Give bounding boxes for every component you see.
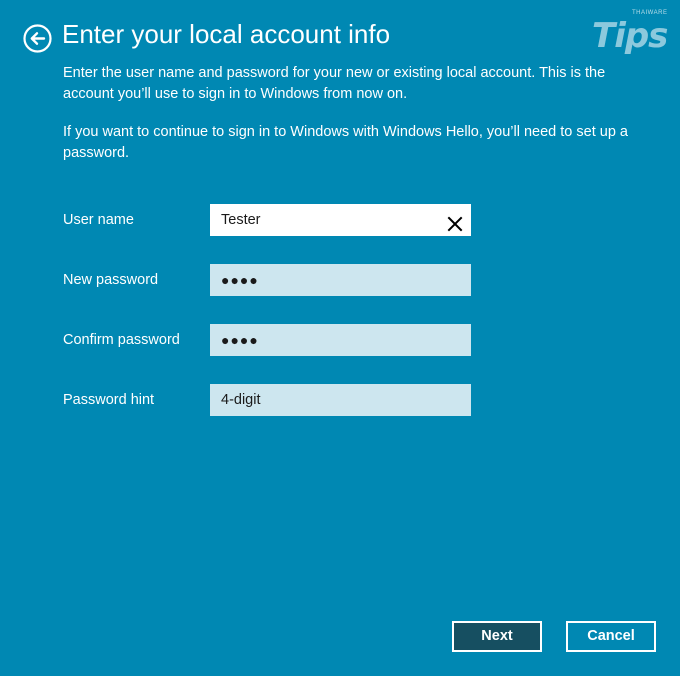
cancel-button[interactable]: Cancel: [566, 621, 656, 652]
back-button[interactable]: [23, 24, 52, 53]
new-password-label: New password: [63, 272, 159, 288]
confirm-password-row: Confirm password ●●●●: [63, 324, 473, 356]
new-password-value: ●●●●: [221, 272, 259, 288]
confirm-password-input[interactable]: ●●●●: [210, 324, 471, 356]
password-hint-input[interactable]: 4-digit: [210, 384, 471, 416]
back-arrow-circle-icon: [23, 24, 52, 53]
password-hint-row: Password hint 4-digit: [63, 384, 473, 416]
password-hint-value: 4-digit: [221, 392, 261, 408]
new-password-input[interactable]: ●●●●: [210, 264, 471, 296]
new-password-row: New password ●●●●: [63, 264, 473, 296]
confirm-password-value: ●●●●: [221, 332, 259, 348]
username-value: Tester: [221, 212, 261, 228]
confirm-password-label: Confirm password: [63, 332, 180, 348]
description-paragraph-1: Enter the user name and password for you…: [63, 65, 606, 102]
username-input[interactable]: Tester: [210, 204, 471, 236]
description-paragraph-2: If you want to continue to sign in to Wi…: [63, 124, 628, 161]
watermark-logo: THAIWARE Tips: [578, 6, 674, 62]
password-hint-label: Password hint: [63, 392, 155, 408]
clear-icon[interactable]: [447, 212, 463, 232]
username-row: User name Tester: [63, 204, 473, 236]
page-title: Enter your local account info: [62, 19, 391, 49]
watermark-text: Tips: [592, 16, 668, 56]
username-label: User name: [63, 212, 134, 228]
next-button[interactable]: Next: [452, 621, 542, 652]
